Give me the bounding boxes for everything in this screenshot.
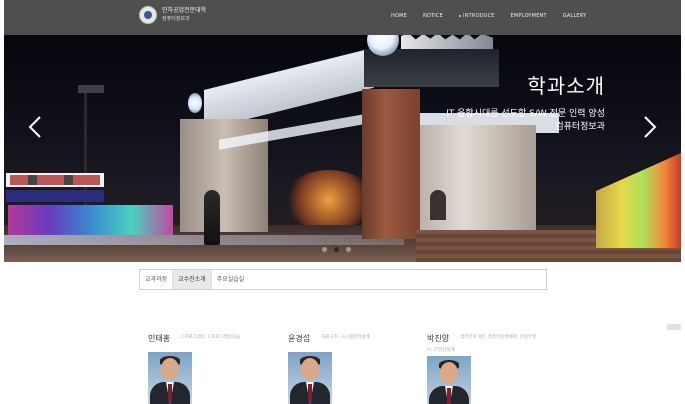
logo-department-name: 컴퓨터정보과 bbox=[162, 16, 190, 22]
nav-gallery[interactable]: GALLERY bbox=[563, 13, 587, 19]
slider-pagination bbox=[322, 247, 351, 252]
professor-subjects: C프로그래밍, C프로그래밍실습 bbox=[181, 334, 241, 340]
tab-faculty[interactable]: 교수진소개 bbox=[173, 270, 212, 289]
logo-text: 인하공업전문대학 컴퓨터정보과 bbox=[162, 7, 206, 23]
chevron-left-icon bbox=[28, 116, 41, 138]
slider-dot-3[interactable] bbox=[346, 247, 351, 252]
scroll-top-button[interactable] bbox=[667, 324, 681, 330]
guardhouse-window bbox=[430, 190, 446, 220]
banner-sign-text bbox=[10, 175, 100, 185]
hero-subtitle: IT 융합시대를 선도할 S/W 전문 인력 양성 컴퓨터정보과 bbox=[446, 108, 605, 134]
slider-next-button[interactable] bbox=[637, 115, 661, 139]
hero-subtitle-line1: IT 융합시대를 선도할 S/W 전문 인력 양성 bbox=[446, 109, 605, 119]
hero-subtitle-line2: 컴퓨터정보과 bbox=[555, 122, 605, 132]
professor-photo bbox=[427, 356, 471, 404]
professor-card: 민태홍 C프로그래밍, C프로그래밍실습 ✆ 032-870-2221 bbox=[148, 326, 240, 404]
nav-introduce[interactable]: INTRODUCE bbox=[459, 13, 495, 19]
professor-card: 박진양 컴퓨터학개론, 컴퓨터운영체제, IT실무영 어, IT전산회계 bbox=[427, 326, 536, 404]
professor-subjects-cont: 어, IT전산회계 bbox=[427, 348, 455, 353]
nav-employment[interactable]: EMPLOYMENT bbox=[511, 13, 547, 19]
professor-name: 윤경섭 bbox=[288, 334, 311, 343]
nav-notice[interactable]: NOTICE bbox=[423, 13, 443, 19]
professor-photo bbox=[148, 352, 192, 404]
professor-subjects: 자료구조, 시스템분석설계 bbox=[321, 334, 370, 340]
active-indicator-icon bbox=[459, 14, 462, 17]
top-header: 인하공업전문대학 컴퓨터정보과 HOME NOTICE INTRODUCE EM… bbox=[4, 0, 681, 35]
neon-fence bbox=[8, 205, 173, 235]
street-lamp-head bbox=[78, 85, 104, 93]
left-lamp-globe bbox=[188, 93, 202, 113]
professor-name: 박진양 bbox=[427, 334, 450, 343]
page: 인하공업전문대학 컴퓨터정보과 HOME NOTICE INTRODUCE EM… bbox=[0, 0, 685, 404]
main-pillar bbox=[362, 89, 420, 239]
emblem-icon bbox=[139, 6, 157, 24]
tab-curriculum[interactable]: 교과과정 bbox=[140, 270, 174, 289]
professor-name: 민태홍 bbox=[148, 334, 171, 343]
tab-labs[interactable]: 주요실습실 bbox=[212, 270, 250, 289]
walking-person bbox=[204, 190, 220, 245]
slider-dot-1[interactable] bbox=[322, 247, 327, 252]
logo-college-name: 인하공업전문대학 bbox=[162, 7, 207, 14]
chevron-right-icon bbox=[644, 116, 657, 138]
slider-dot-2[interactable] bbox=[334, 247, 339, 252]
lit-tree bbox=[284, 170, 374, 230]
intro-tabs: 교과과정 교수진소개 주요실습실 bbox=[139, 269, 547, 290]
nav-introduce-label: INTRODUCE bbox=[463, 13, 495, 19]
hero-title: 학과소개 bbox=[527, 74, 605, 98]
professor-card: 윤경섭 자료구조, 시스템분석설계 ✆ 032-870-2224 bbox=[288, 326, 370, 404]
slider-prev-button[interactable] bbox=[24, 115, 48, 139]
professor-subjects: 컴퓨터학개론, 컴퓨터운영체제, IT실무영 bbox=[460, 334, 537, 340]
main-nav: HOME NOTICE INTRODUCE EMPLOYMENT GALLERY bbox=[391, 13, 602, 19]
nav-home[interactable]: HOME bbox=[391, 13, 407, 19]
hero-slider: 학과소개 IT 융합시대를 선도할 S/W 전문 인력 양성 컴퓨터정보과 bbox=[4, 35, 681, 262]
site-logo[interactable]: 인하공업전문대학 컴퓨터정보과 bbox=[139, 6, 206, 24]
banner-sign-lower bbox=[6, 190, 104, 202]
professor-photo bbox=[288, 352, 332, 404]
